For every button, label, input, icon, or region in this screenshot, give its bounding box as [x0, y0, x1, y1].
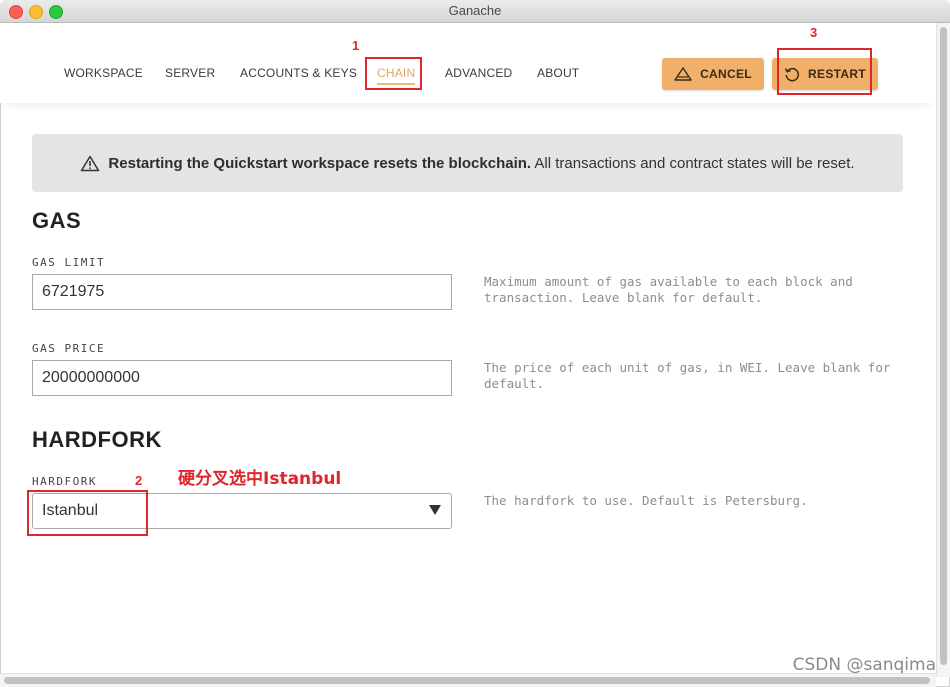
dropdown-arrow-icon — [429, 505, 441, 515]
warning-banner: Restarting the Quickstart workspace rese… — [32, 134, 903, 192]
hardfork-section-title: HARDFORK — [32, 427, 162, 452]
warning-icon — [81, 155, 100, 171]
warning-icon — [674, 67, 692, 81]
gas-section-title: GAS — [32, 208, 82, 233]
annotation-box-chain — [365, 57, 422, 90]
tab-accounts-keys[interactable]: ACCOUNTS & KEYS — [240, 66, 357, 80]
title-bar: Ganache — [0, 0, 950, 23]
gas-limit-help: Maximum amount of gas available to each … — [484, 274, 853, 305]
annotation-box-restart — [777, 48, 872, 95]
vertical-scroll-thumb[interactable] — [940, 27, 947, 665]
gas-limit-input[interactable]: 6721975 — [32, 274, 452, 310]
hardfork-help: The hardfork to use. Default is Petersbu… — [484, 493, 808, 508]
hardfork-label: HARDFORK — [32, 475, 97, 488]
banner-bold-text: Restarting the Quickstart workspace rese… — [108, 154, 532, 172]
annotation-box-hardfork — [27, 490, 148, 536]
cancel-button[interactable]: CANCEL — [662, 58, 764, 90]
ganache-window: Ganache WORKSPACE SERVER ACCOUNTS & KEYS… — [0, 0, 950, 687]
tab-about[interactable]: ABOUT — [537, 66, 579, 80]
annotation-number-3: 3 — [810, 25, 818, 40]
tab-server[interactable]: SERVER — [165, 66, 215, 80]
cancel-label: CANCEL — [700, 67, 752, 81]
vertical-scrollbar[interactable] — [936, 23, 950, 677]
horizontal-scrollbar[interactable] — [0, 673, 936, 687]
annotation-number-2: 2 — [135, 473, 143, 488]
horizontal-scroll-thumb[interactable] — [4, 677, 930, 684]
gas-price-input[interactable]: 20000000000 — [32, 360, 452, 396]
tab-workspace[interactable]: WORKSPACE — [64, 66, 143, 80]
gas-price-label: GAS PRICE — [32, 342, 106, 355]
watermark: CSDN @sanqima — [792, 655, 936, 675]
gas-price-help: The price of each unit of gas, in WEI. L… — [484, 360, 891, 391]
tab-advanced[interactable]: ADVANCED — [445, 66, 512, 80]
banner-text: All transactions and contract states wil… — [534, 154, 855, 172]
annotation-note: 硬分叉选中Istanbul — [178, 469, 342, 489]
gas-limit-label: GAS LIMIT — [32, 256, 106, 269]
window-title: Ganache — [448, 3, 502, 18]
annotation-number-1: 1 — [352, 38, 360, 53]
